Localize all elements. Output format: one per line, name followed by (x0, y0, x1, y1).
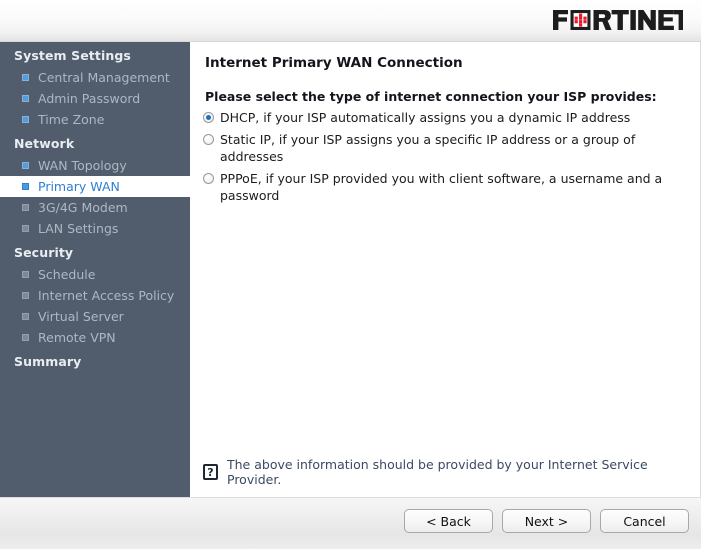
connection-type-radio-group: DHCP, if your ISP automatically assigns … (203, 109, 685, 209)
bullet-icon (22, 334, 29, 341)
radio-static-ip-label: Static IP, if your ISP assigns you a spe… (220, 132, 635, 165)
app-header (0, 0, 701, 42)
sidebar-navigation: System Settings Central Management Admin P… (0, 42, 190, 497)
sidebar-item-label: WAN Topology (38, 158, 127, 173)
sidebar-item-lan-settings[interactable]: LAN Settings (0, 218, 190, 239)
bullet-icon (22, 162, 29, 169)
sidebar-item-label: Remote VPN (38, 330, 116, 345)
sidebar-item-schedule[interactable]: Schedule (0, 264, 190, 285)
selection-prompt: Please select the type of internet conne… (205, 89, 657, 104)
radio-pppoe-label: PPPoE, if your ISP provided you with cli… (220, 171, 662, 204)
wizard-footer: < Back Next > Cancel (0, 497, 701, 549)
back-button[interactable]: < Back (404, 509, 493, 533)
sidebar-item-label: 3G/4G Modem (38, 200, 128, 215)
main-content-panel: Internet Primary WAN Connection Please s… (190, 42, 701, 497)
page-title: Internet Primary WAN Connection (205, 55, 463, 71)
sidebar-item-3g-4g-modem[interactable]: 3G/4G Modem (0, 197, 190, 218)
sidebar-item-label: Schedule (38, 267, 95, 282)
sidebar-item-virtual-server[interactable]: Virtual Server (0, 306, 190, 327)
bullet-icon (22, 183, 29, 190)
cancel-button[interactable]: Cancel (600, 509, 689, 533)
sidebar-item-label: LAN Settings (38, 221, 118, 236)
sidebar-item-admin-password[interactable]: Admin Password (0, 88, 190, 109)
sidebar-item-label: Time Zone (38, 112, 104, 127)
sidebar-item-label: Central Management (38, 70, 170, 85)
help-note-text: The above information should be provided… (227, 457, 700, 487)
bullet-icon (22, 271, 29, 278)
radio-pppoe-option[interactable]: PPPoE, if your ISP provided you with cli… (203, 170, 685, 205)
bullet-icon (22, 313, 29, 320)
next-button[interactable]: Next > (502, 509, 591, 533)
sidebar-group-system-settings: System Settings (0, 42, 190, 67)
sidebar-group-security: Security (0, 239, 190, 264)
bullet-icon (22, 74, 29, 81)
bullet-icon (22, 225, 29, 232)
bullet-icon (22, 116, 29, 123)
sidebar-item-label: Internet Access Policy (38, 288, 174, 303)
sidebar-item-label: Virtual Server (38, 309, 124, 324)
radio-dhcp-option[interactable]: DHCP, if your ISP automatically assigns … (203, 109, 685, 127)
sidebar-item-central-management[interactable]: Central Management (0, 67, 190, 88)
radio-static-ip[interactable] (203, 134, 214, 145)
sidebar-item-internet-access-policy[interactable]: Internet Access Policy (0, 285, 190, 306)
sidebar-item-primary-wan[interactable]: Primary WAN (0, 176, 190, 197)
radio-static-ip-option[interactable]: Static IP, if your ISP assigns you a spe… (203, 131, 685, 166)
help-note: ? The above information should be provid… (203, 457, 700, 487)
fortinet-logo (553, 9, 683, 31)
sidebar-item-remote-vpn[interactable]: Remote VPN (0, 327, 190, 348)
radio-pppoe[interactable] (203, 173, 214, 184)
sidebar-item-label: Admin Password (38, 91, 140, 106)
sidebar-group-network: Network (0, 130, 190, 155)
radio-dhcp-label: DHCP, if your ISP automatically assigns … (220, 110, 630, 125)
radio-dhcp[interactable] (203, 112, 214, 123)
bullet-icon (22, 95, 29, 102)
footer-button-row: < Back Next > Cancel (404, 509, 689, 533)
sidebar-item-time-zone[interactable]: Time Zone (0, 109, 190, 130)
sidebar-item-label: Primary WAN (38, 179, 120, 194)
sidebar-item-wan-topology[interactable]: WAN Topology (0, 155, 190, 176)
bullet-icon (22, 204, 29, 211)
setup-wizard-window: System Settings Central Management Admin P… (0, 0, 701, 549)
bullet-icon (22, 292, 29, 299)
question-mark-icon: ? (203, 464, 218, 480)
sidebar-group-summary: Summary (0, 348, 190, 373)
